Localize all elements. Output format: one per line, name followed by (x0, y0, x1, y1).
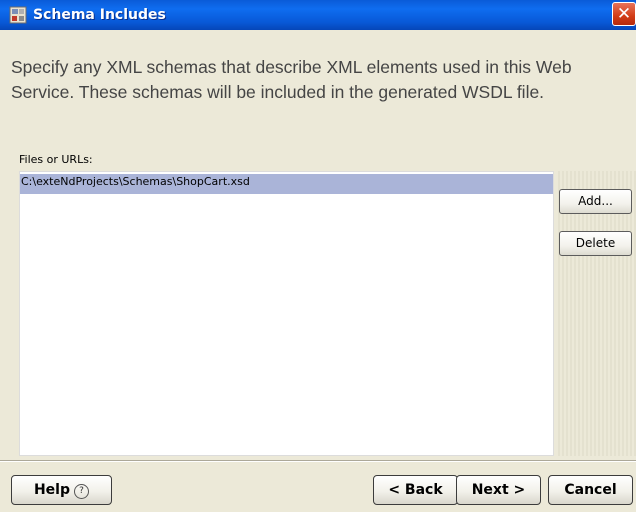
back-button[interactable]: < Back (373, 475, 458, 505)
cancel-button[interactable]: Cancel (548, 475, 633, 505)
files-list[interactable]: C:\exteNdProjects\Schemas\ShopCart.xsd (19, 171, 554, 456)
help-icon: ? (74, 484, 90, 499)
window-title: Schema Includes (33, 7, 166, 23)
title-bar[interactable]: Schema Includes ✕ (0, 0, 636, 30)
schema-includes-dialog: Schema Includes ✕ Specify any XML schema… (0, 0, 636, 512)
next-button[interactable]: Next > (456, 475, 541, 505)
help-button[interactable]: Help? (11, 475, 112, 505)
instruction-text: Specify any XML schemas that describe XM… (11, 57, 572, 102)
files-or-urls-label: Files or URLs: (19, 153, 93, 166)
help-button-label: Help (33, 482, 71, 498)
close-button[interactable]: ✕ (612, 2, 636, 26)
app-icon (9, 6, 27, 24)
add-button[interactable]: Add... (559, 189, 632, 214)
footer-divider-highlight (0, 461, 636, 462)
list-item[interactable]: C:\exteNdProjects\Schemas\ShopCart.xsd (20, 174, 553, 194)
delete-button[interactable]: Delete (559, 231, 632, 256)
